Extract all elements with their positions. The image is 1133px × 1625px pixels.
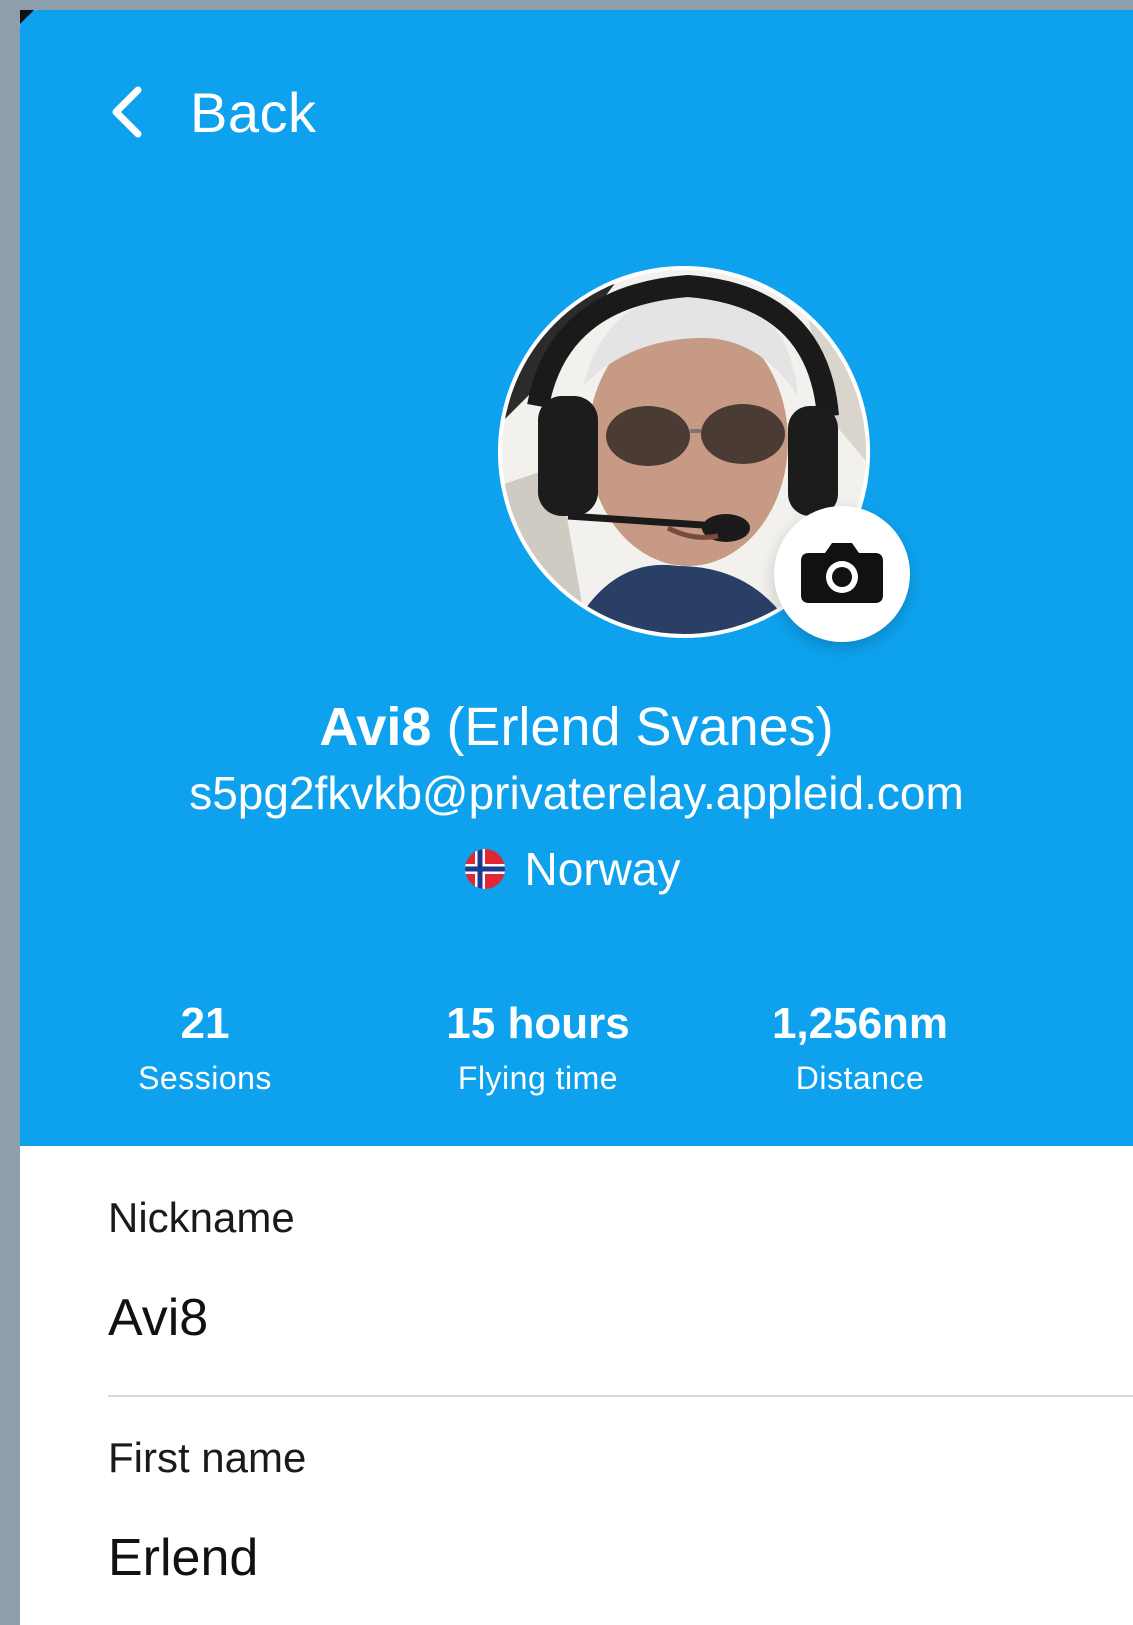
nickname-field: Nickname [108, 1194, 1133, 1348]
back-label: Back [190, 80, 317, 144]
nickname-label: Nickname [108, 1194, 295, 1241]
stat-value: 1,256nm [771, 999, 949, 1048]
stat-label: Flying time [457, 1060, 619, 1096]
norway-flag-icon [464, 849, 505, 889]
change-photo-button[interactable] [774, 506, 910, 642]
window-corner-mark [20, 10, 34, 24]
profile-country: Norway [20, 842, 1133, 896]
profile-header: Back Avi8 (Erlend Svanes) s5pg2fkvkb@pri… [20, 10, 1133, 1146]
country-name: Norway [524, 843, 681, 895]
stat-label: Sessions [138, 1060, 272, 1096]
stat-flying-time: 15 hours Flying time [418, 1000, 658, 1098]
profile-display-name: Avi8 (Erlend Svanes) [20, 696, 1133, 758]
stat-value: 21 [180, 999, 230, 1048]
nickname-input[interactable] [108, 1288, 1108, 1348]
profile-full-name: (Erlend Svanes) [446, 697, 834, 757]
chevron-left-icon [106, 82, 146, 142]
stat-sessions: 21 Sessions [105, 1000, 305, 1098]
profile-email: s5pg2fkvkb@privaterelay.appleid.com [189, 767, 964, 819]
stats-row: 21 Sessions 15 hours Flying time 1,256nm… [20, 1000, 1133, 1110]
first-name-field: First name [108, 1434, 1133, 1588]
stat-label: Distance [795, 1060, 925, 1096]
first-name-label: First name [108, 1434, 307, 1481]
back-button[interactable]: Back [106, 72, 317, 152]
profile-screen: Back Avi8 (Erlend Svanes) s5pg2fkvkb@pri… [20, 10, 1133, 1625]
stat-distance: 1,256nm Distance [750, 1000, 970, 1098]
profile-nickname: Avi8 [319, 697, 432, 757]
field-divider [108, 1395, 1133, 1397]
stat-value: 15 hours [446, 999, 630, 1048]
first-name-input[interactable] [108, 1528, 1108, 1588]
camera-icon [799, 539, 885, 610]
